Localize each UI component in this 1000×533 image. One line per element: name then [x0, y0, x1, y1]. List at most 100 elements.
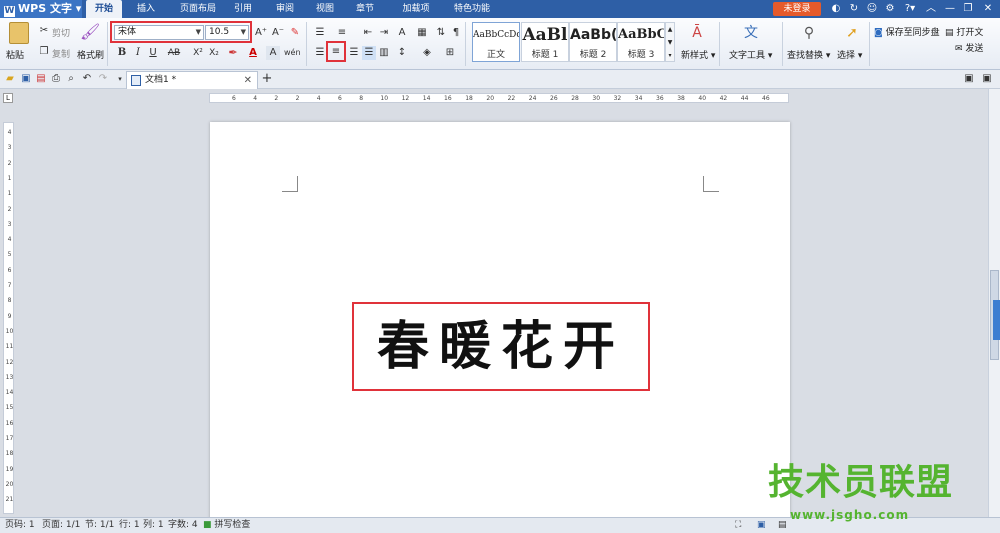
align-center-icon[interactable]: ≡ — [329, 45, 343, 59]
status-row: 行: 1 — [119, 520, 140, 530]
horizontal-ruler[interactable]: 6 4 2 2 4 6 8 10 12 14 16 18 20 22 24 26 28 30 32 34 36 38 40 4… — [209, 93, 789, 103]
help-icon[interactable]: ?▾ — [902, 3, 918, 15]
tab-chapter[interactable]: 章节 — [348, 0, 382, 18]
ruler-number: 6 — [232, 95, 236, 102]
tab-list-icon[interactable]: ▣ — [980, 72, 994, 86]
ruler-number: 6 — [7, 266, 12, 274]
vertical-ruler[interactable]: 4 3 2 1 1 2 3 4 5 6 7 8 9 10 11 12 13 14 15 16 17 18 19 20 21 — [3, 122, 14, 514]
style-heading2[interactable]: AaBb( 标题 2 — [569, 22, 617, 62]
style-normal[interactable]: AaBbCcDd 正文 — [472, 22, 520, 62]
highlight-color-icon[interactable]: ✒ — [226, 46, 240, 60]
style-heading1[interactable]: AaBl 标题 1 — [521, 22, 569, 62]
paste-icon[interactable] — [9, 22, 29, 44]
select-button[interactable]: 选择 ▾ — [837, 48, 862, 61]
ruler-number: 4 — [7, 236, 12, 244]
decrease-indent-icon[interactable]: ⇤ — [361, 26, 375, 40]
distribute-icon[interactable]: ▥ — [377, 46, 391, 60]
app-menu-button[interactable]: W WPS 文字 ▾ — [0, 0, 82, 18]
window-mode-icon[interactable]: ▣ — [962, 72, 976, 86]
superscript-button[interactable]: X² — [190, 46, 206, 60]
print-preview-icon[interactable]: ⌕ — [64, 72, 78, 86]
ruler-number: 42 — [719, 95, 728, 102]
border-icon[interactable]: ⊞ — [443, 46, 457, 60]
new-tab-icon[interactable]: + — [260, 72, 274, 86]
underline-button[interactable]: U — [146, 46, 160, 60]
text-direction-icon[interactable]: A — [395, 26, 409, 40]
tab-special[interactable]: 特色功能 — [444, 0, 500, 18]
print-icon[interactable]: ⎙ — [49, 72, 63, 86]
italic-button[interactable]: I — [131, 46, 145, 60]
redo-icon[interactable]: ↷ — [96, 72, 110, 86]
tab-references[interactable]: 引用 — [226, 0, 260, 18]
numbered-list-icon[interactable]: ≡ — [335, 26, 349, 40]
table-icon[interactable]: ▦ — [415, 26, 429, 40]
export-pdf-icon[interactable]: ▤ — [34, 72, 48, 86]
font-size-select[interactable]: 10.5 ▼ — [205, 25, 249, 40]
increase-indent-icon[interactable]: ⇥ — [377, 26, 391, 40]
tab-home[interactable]: 开始 — [86, 0, 122, 18]
tab-stop-selector[interactable]: L — [3, 93, 13, 103]
page-view-icon[interactable]: ▣ — [757, 518, 766, 533]
divider — [107, 22, 108, 66]
customize-toolbar-icon[interactable]: ▾ — [113, 72, 127, 86]
style-heading3[interactable]: AaBbC 标题 3 — [617, 22, 665, 62]
open-folder-icon[interactable]: ▰ — [3, 72, 17, 86]
sync-icon[interactable]: ↻ — [848, 3, 860, 15]
style-gallery-scroll[interactable]: ▲ ▼ ▾ — [665, 22, 675, 62]
format-painter-button[interactable]: 格式刷 — [77, 48, 104, 61]
subscript-button[interactable]: X₂ — [206, 46, 222, 60]
fit-page-icon[interactable]: ⛶ — [735, 518, 741, 533]
save-icon[interactable]: ▣ — [19, 72, 33, 86]
align-right-icon[interactable]: ☰ — [347, 46, 361, 60]
clear-format-icon[interactable]: ✎ — [288, 26, 302, 40]
tab-review[interactable]: 审阅 — [268, 0, 302, 18]
find-replace-button[interactable]: 查找替换 ▾ — [787, 48, 830, 61]
side-panel-toggle[interactable] — [993, 300, 1000, 340]
ruler-number: 4 — [316, 95, 321, 102]
tab-addins[interactable]: 加载项 — [394, 0, 438, 18]
line-spacing-icon[interactable]: ↕ — [395, 46, 409, 60]
shrink-font-icon[interactable]: A⁻ — [271, 26, 285, 40]
align-left-icon[interactable]: ☰ — [313, 46, 327, 60]
justify-icon[interactable]: ☰ — [362, 46, 376, 60]
close-tab-icon[interactable]: ✕ — [244, 72, 252, 89]
spell-check-toggle[interactable]: ■ 拼写检查 — [203, 518, 250, 533]
tab-page-layout[interactable]: 页面布局 — [170, 0, 226, 18]
bullet-list-icon[interactable]: ☰ — [313, 26, 327, 40]
status-word-count[interactable]: 字数: 4 — [168, 518, 198, 533]
new-style-button[interactable]: 新样式 ▾ — [681, 48, 715, 61]
login-button[interactable]: 未登录 — [773, 2, 821, 16]
outline-view-icon[interactable]: ▤ — [778, 518, 787, 533]
ruler-number: 21 — [5, 496, 14, 504]
show-marks-icon[interactable]: ¶ — [449, 26, 463, 40]
collapse-ribbon-icon[interactable]: ︿ — [925, 3, 937, 15]
close-icon[interactable]: ✕ — [982, 3, 994, 15]
send-button[interactable]: ✉ 发送 — [955, 41, 983, 54]
copy-button[interactable]: 复制 — [52, 47, 70, 60]
phonetic-guide-icon[interactable]: wén — [284, 46, 301, 60]
paste-button[interactable]: 粘贴 — [6, 48, 24, 61]
text-tools-button[interactable]: 文字工具 ▾ — [729, 48, 772, 61]
font-name-select[interactable]: 宋体 ▼ — [114, 25, 204, 40]
bold-button[interactable]: B — [115, 46, 129, 60]
minimize-icon[interactable]: — — [944, 3, 956, 15]
restore-icon[interactable]: ❐ — [962, 3, 974, 15]
save-to-sync-button[interactable]: ◙ 保存至同步盘 — [874, 25, 940, 38]
tab-view[interactable]: 视图 — [308, 0, 342, 18]
sort-icon[interactable]: ⇅ — [434, 26, 448, 40]
undo-icon[interactable]: ↶ — [80, 72, 94, 86]
skin-icon[interactable]: ◐ — [830, 3, 842, 15]
feedback-icon[interactable]: ☺ — [866, 3, 878, 15]
settings-icon[interactable]: ⚙ — [884, 3, 896, 15]
shading-icon[interactable]: ◈ — [420, 46, 434, 60]
open-doc-button[interactable]: ▤ 打开文 — [945, 25, 983, 38]
document-heading-text[interactable]: 春暖花开 — [356, 306, 646, 387]
select-label: 选择 — [837, 51, 856, 61]
tab-insert[interactable]: 插入 — [128, 0, 164, 18]
document-tab[interactable]: 文档1 * ✕ — [126, 71, 258, 89]
strikethrough-button[interactable]: AB — [165, 46, 183, 60]
grow-font-icon[interactable]: A⁺ — [254, 26, 268, 40]
font-color-icon[interactable]: A — [246, 46, 260, 60]
char-shading-icon[interactable]: A — [266, 46, 280, 60]
cut-button[interactable]: 剪切 — [52, 26, 70, 39]
